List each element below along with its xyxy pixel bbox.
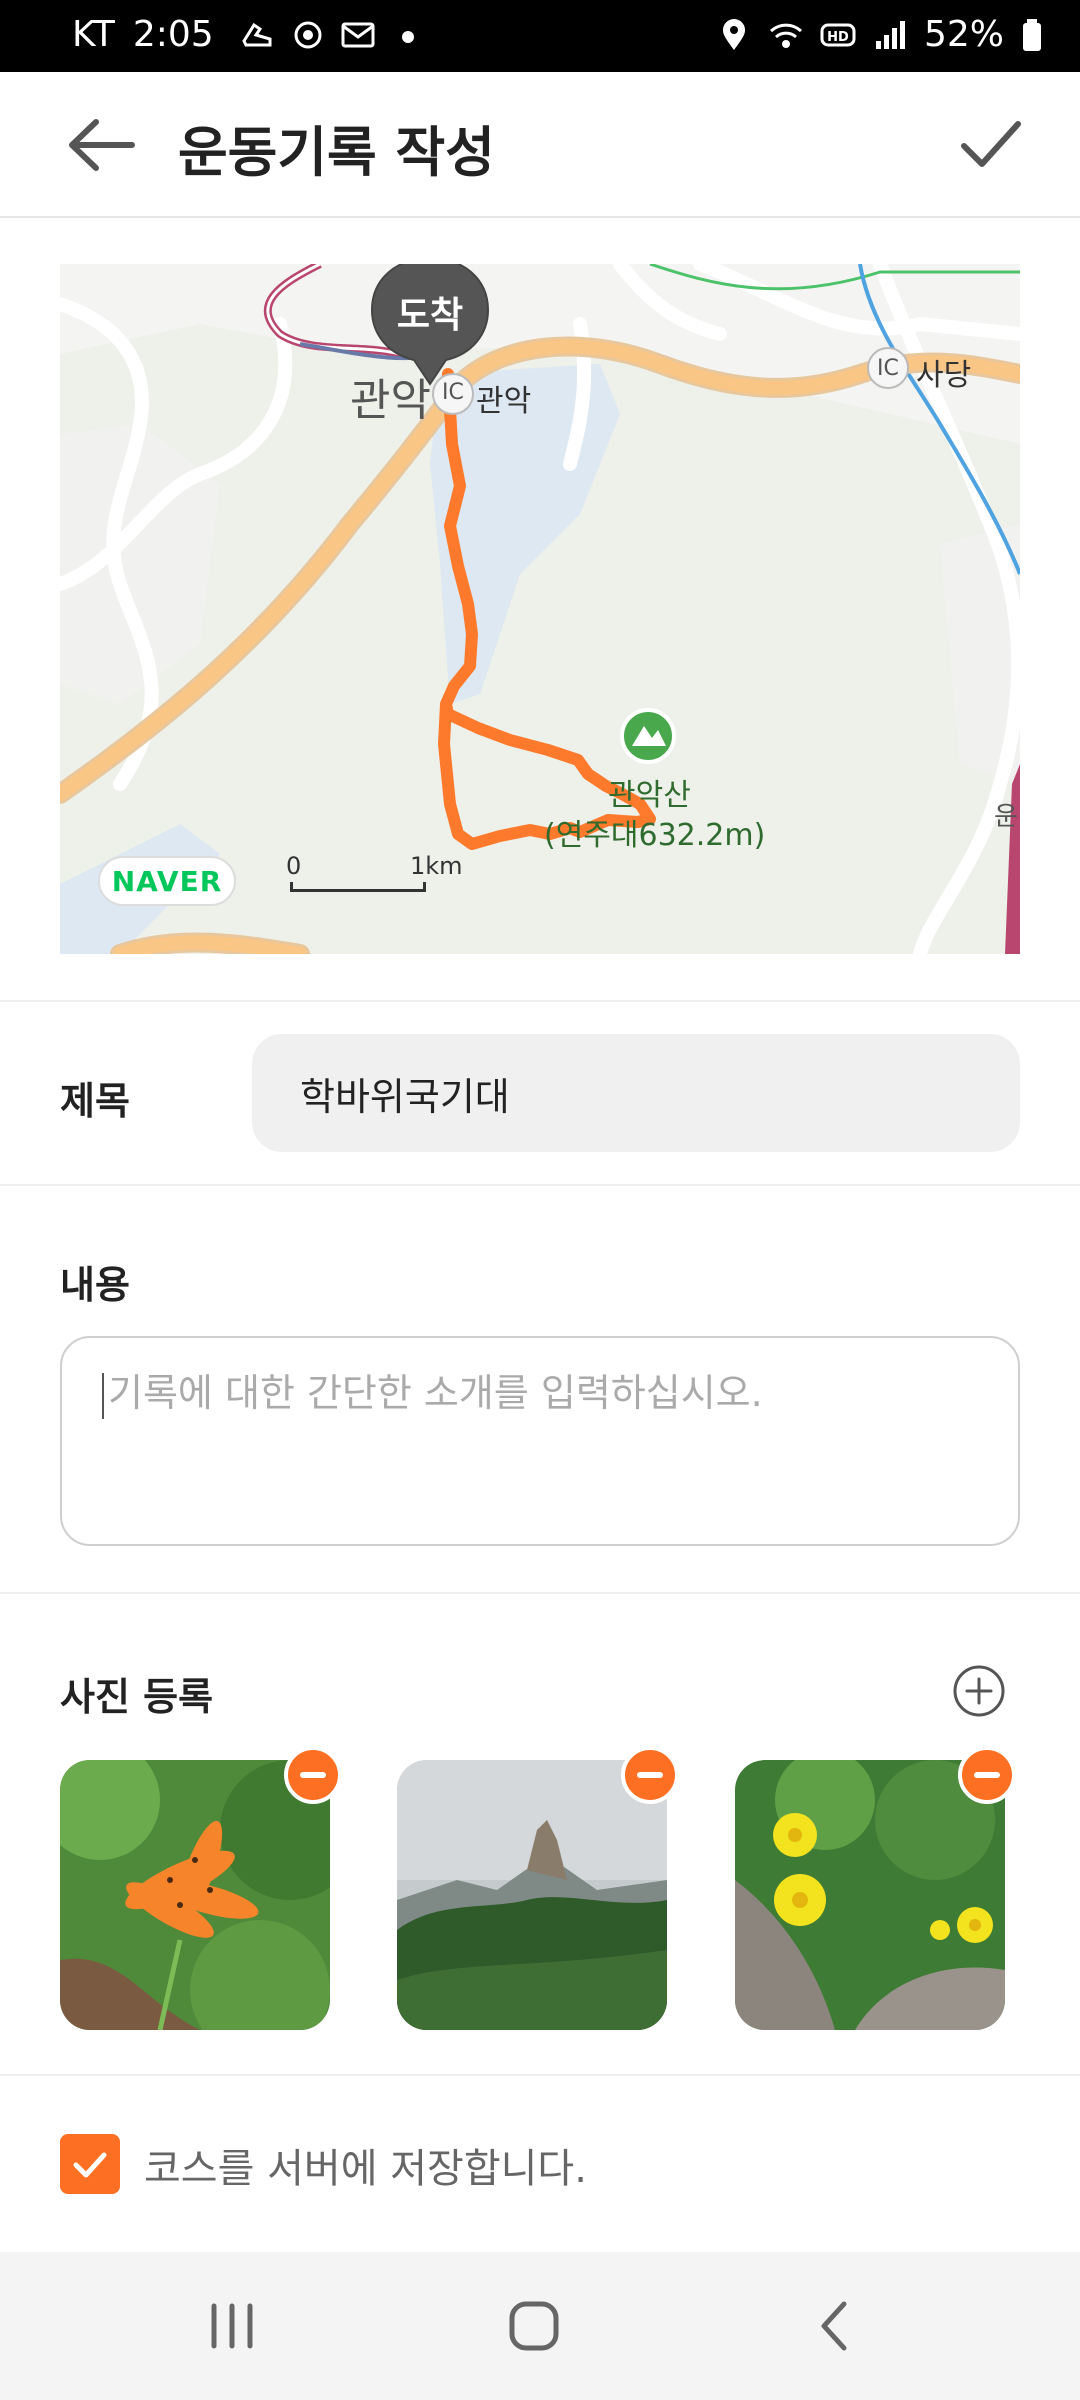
ic-gwanak-label: 관악 <box>476 384 532 419</box>
status-left: KT 2:05 <box>72 14 426 55</box>
photo-thumbnail-3[interactable] <box>735 1760 1005 2030</box>
photo-thumbnail-2[interactable] <box>397 1760 667 2030</box>
dot-icon <box>401 30 414 43</box>
notification-icons <box>240 17 426 53</box>
confirm-button[interactable] <box>950 110 1030 180</box>
clock: 2:05 <box>132 14 214 55</box>
ic-sadang-label: 사당 <box>916 358 972 393</box>
add-photo-button[interactable] <box>952 1664 1006 1718</box>
home-icon <box>509 2301 559 2351</box>
mountain-name-label: 관악산 <box>608 778 691 813</box>
mountain-photo <box>397 1760 667 2030</box>
shoe-icon <box>241 22 272 46</box>
divider <box>0 2074 1080 2076</box>
svg-text:HD: HD <box>827 30 849 45</box>
text-caret <box>102 1372 104 1419</box>
recent-apps-icon <box>211 2303 253 2349</box>
signal-icon <box>875 20 905 49</box>
divider <box>0 1592 1080 1594</box>
map-scale: 0 1km <box>286 852 463 892</box>
sync-icon <box>294 21 322 48</box>
carrier: KT <box>72 14 115 55</box>
save-course-checkbox[interactable] <box>60 2134 120 2194</box>
flowers-photo <box>735 1760 1005 2030</box>
battery-icon <box>1023 18 1041 51</box>
content-placeholder: 기록에 대한 간단한 소개를 입력하십시오. <box>108 1371 763 1415</box>
ic-badge-gwanak: IC <box>442 380 464 405</box>
end-marker-label: 도착 <box>396 295 464 336</box>
scale-start: 0 <box>286 852 302 880</box>
check-icon <box>961 121 1021 167</box>
status-bar: KT 2:05 HD 52% <box>0 0 1080 72</box>
save-course-label[interactable]: 코스를 서버에 저장합니다. <box>144 2136 587 2194</box>
arrow-left-icon <box>69 119 135 171</box>
hd-icon: HD <box>820 23 856 46</box>
title-input[interactable]: 학바위국기대 <box>252 1034 1020 1152</box>
photos-label: 사진 등록 <box>60 1675 214 1719</box>
lily-photo <box>60 1760 330 2030</box>
battery-level: 52% <box>923 14 1004 55</box>
remove-photo-button[interactable] <box>958 1746 1016 1804</box>
recent-apps-button[interactable] <box>202 2298 262 2354</box>
photo-thumbnail-1[interactable] <box>60 1760 330 2030</box>
mountain-detail-label: (연주대632.2m) <box>544 818 766 853</box>
map-background <box>60 264 1020 954</box>
scale-bar <box>290 882 426 892</box>
home-button[interactable] <box>504 2298 564 2354</box>
title-value: 학바위국기대 <box>300 1074 510 1119</box>
plus-circle-icon <box>953 1665 1005 1717</box>
scale-end: 1km <box>410 852 463 880</box>
page-title: 운동기록 작성 <box>178 121 495 184</box>
app-bar: 운동기록 작성 <box>0 72 1080 218</box>
divider <box>0 1184 1080 1186</box>
nav-back-button[interactable] <box>806 2298 866 2354</box>
mail-icon <box>341 22 375 47</box>
back-icon <box>821 2301 847 2351</box>
route-map[interactable]: 도착 관악 IC 관악 IC 사당 관악산 (연주대632.2m) 운 NAVE… <box>60 264 1020 954</box>
location-icon <box>722 18 745 50</box>
checkmark-icon <box>73 2152 107 2178</box>
ic-badge-sadang: IC <box>877 356 899 381</box>
remove-photo-button[interactable] <box>284 1746 342 1804</box>
back-button[interactable] <box>62 112 142 178</box>
divider <box>0 1000 1080 1002</box>
edge-place-label: 운 <box>994 802 1018 832</box>
remove-photo-button[interactable] <box>621 1746 679 1804</box>
status-right: HD 52% <box>716 14 1044 55</box>
naver-logo: NAVER <box>98 856 236 906</box>
wifi-icon <box>769 23 803 48</box>
title-label: 제목 <box>60 1079 130 1123</box>
content-textarea[interactable]: 기록에 대한 간단한 소개를 입력하십시오. <box>60 1336 1020 1546</box>
station-label: 관악 <box>350 375 431 426</box>
system-nav-bar <box>0 2252 1080 2400</box>
content-label: 내용 <box>60 1263 130 1307</box>
